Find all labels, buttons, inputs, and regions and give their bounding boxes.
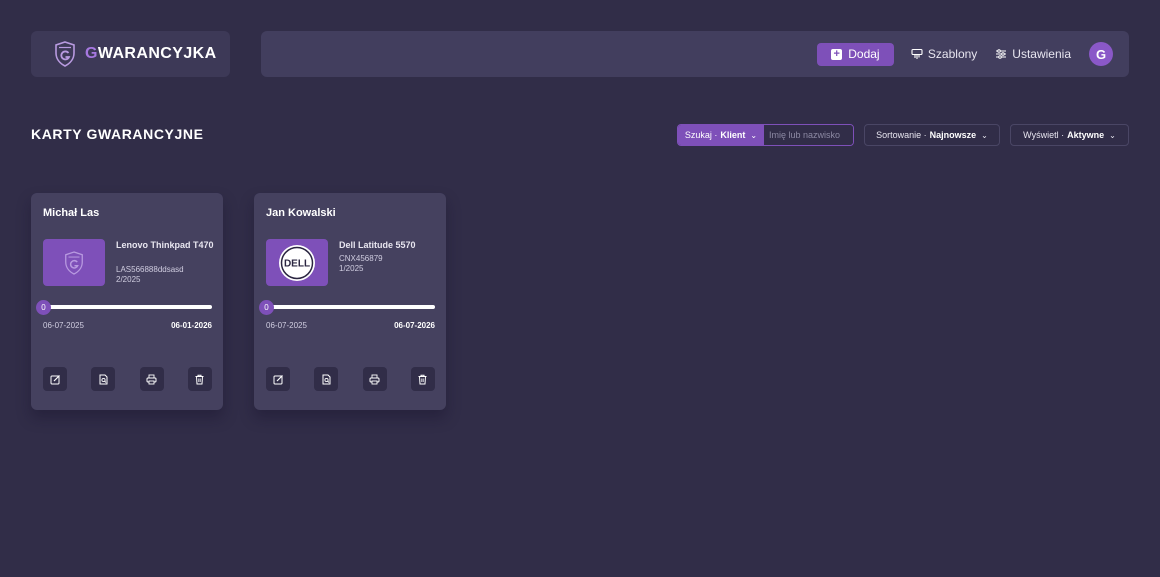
chevron-down-icon: ⌄ [750,130,758,140]
view-value: Aktywne [1067,130,1105,140]
preview-button[interactable] [91,367,116,391]
trash-icon [195,374,204,384]
nav-templates[interactable]: Szablony [911,47,977,61]
delete-button[interactable] [187,367,212,391]
warranty-card[interactable]: Jan Kowalski DELL Dell Latitude 5570 CNX… [254,193,446,410]
serial-number: CNX456879 [339,254,383,263]
document-number: 1/2025 [339,264,364,273]
edit-icon [273,374,283,384]
print-button[interactable] [362,367,387,391]
add-button[interactable]: + Dodaj [816,42,894,66]
search-group: Szukaj · Klient ⌄ [677,124,854,146]
warranty-progress-bar [271,305,435,309]
edit-button[interactable] [266,367,290,391]
warranty-progress-bar [48,305,212,309]
chevron-down-icon: ⌄ [1109,130,1116,140]
progress-knob[interactable]: 0 [259,300,274,315]
search-prefix: Szukaj · [684,130,718,140]
document-search-icon [322,374,331,384]
document-number: 2/2025 [116,275,141,284]
view-dropdown[interactable]: Wyświetl · Aktywne ⌄ [1010,124,1129,146]
sort-prefix: Sortowanie · [876,130,927,140]
view-prefix: Wyświetl · [1023,130,1065,140]
document-search-icon [99,374,108,384]
search-field-select[interactable]: Szukaj · Klient ⌄ [678,125,764,145]
warranty-start-date: 06-07-2025 [43,321,84,330]
gwarancyjka-logo-icon [65,250,83,275]
device-name: Dell Latitude 5570 [339,240,416,250]
edit-icon [50,374,60,384]
nav-settings-label: Ustawienia [1012,47,1071,61]
page-title: KARTY GWARANCYJNE [31,126,204,142]
device-name: Lenovo Thinkpad T470 [116,240,214,250]
dell-logo-icon: DELL [279,244,315,281]
sort-value: Najnowsze [929,130,977,140]
sort-dropdown[interactable]: Sortowanie · Najnowsze ⌄ [864,124,1000,146]
device-thumbnail: DELL [266,239,328,286]
add-button-label: Dodaj [848,47,880,61]
nav-templates-label: Szablony [927,47,978,61]
dell-logo-text: DELL [284,258,310,269]
sliders-icon [996,49,1007,59]
warranty-end-date: 06-07-2026 [394,321,435,330]
search-input[interactable] [764,125,853,145]
printer-icon [146,374,157,384]
search-field-value: Klient [720,130,746,140]
client-name: Michał Las [43,207,100,219]
client-name: Jan Kowalski [266,207,336,219]
user-avatar[interactable]: G [1089,42,1113,66]
delete-button[interactable] [410,367,435,391]
shield-logo-icon [55,41,75,67]
app-logo[interactable]: GWARANCYJKA [31,31,230,77]
progress-knob[interactable]: 0 [36,300,51,315]
warranty-end-date: 06-01-2026 [171,321,212,330]
preview-button[interactable] [314,367,339,391]
device-thumbnail [43,239,105,286]
warranty-card[interactable]: Michał Las Lenovo Thinkpad T470 LAS56688… [31,193,223,410]
plus-icon: + [831,48,843,60]
card-actions [43,367,212,391]
templates-icon [911,48,923,59]
trash-icon [418,374,427,384]
nav-settings[interactable]: Ustawienia [995,47,1071,61]
chevron-down-icon: ⌄ [981,130,988,140]
printer-icon [369,374,380,384]
warranty-start-date: 06-07-2025 [266,321,307,330]
app-name: GWARANCYJKA [85,45,217,62]
top-navigation: + Dodaj Szablony Ustawienia G [261,31,1129,77]
edit-button[interactable] [43,367,67,391]
print-button[interactable] [139,367,164,391]
card-actions [266,367,435,391]
serial-number: LAS566888ddsasd [116,265,184,274]
